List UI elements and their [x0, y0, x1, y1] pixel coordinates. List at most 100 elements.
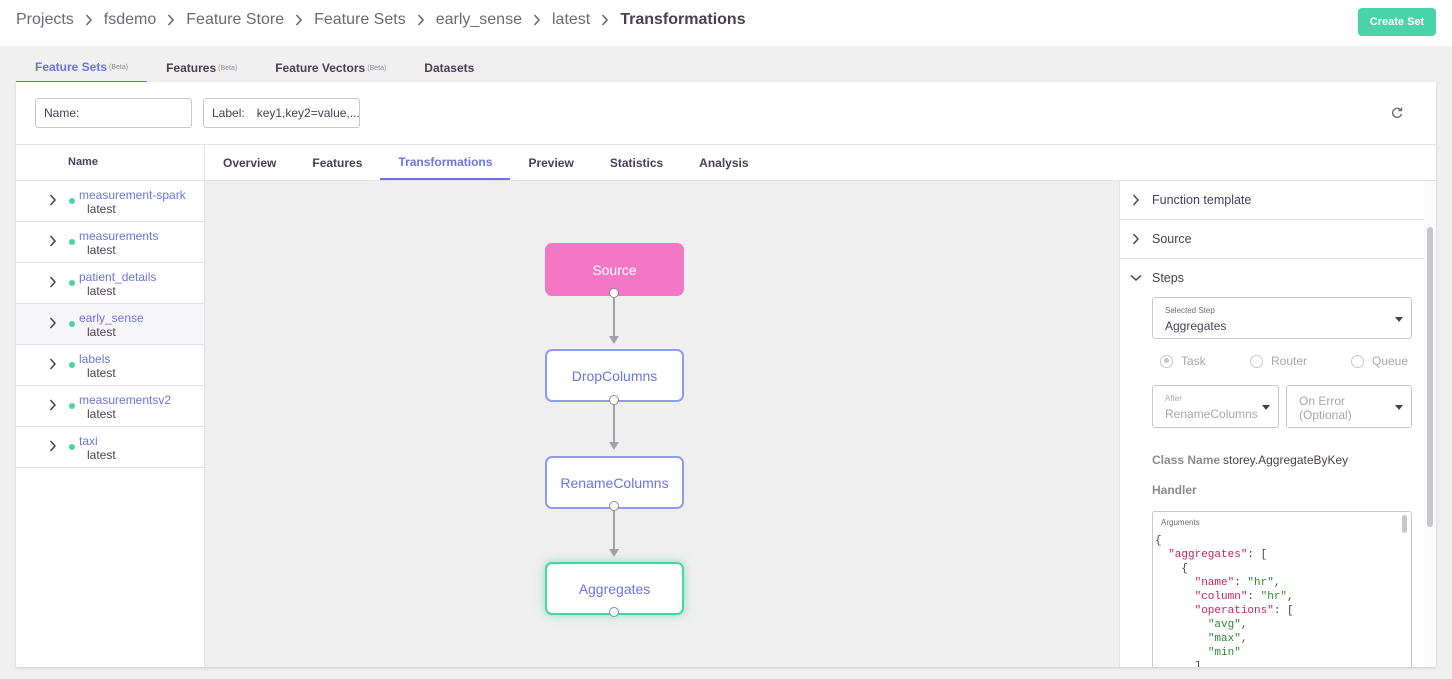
feature-set-name[interactable]: measurementsv2	[79, 393, 171, 407]
chevron-right-icon[interactable]	[49, 235, 57, 247]
label-filter-input[interactable]: Label: key1,key2=value,...	[203, 98, 360, 128]
beta-badge: (Beta)	[218, 65, 238, 72]
graph-edge	[613, 298, 615, 336]
refresh-icon[interactable]	[1390, 106, 1404, 120]
tab-feature-vectors[interactable]: Feature Vectors (Beta)	[256, 52, 405, 83]
feature-set-tag: latest	[87, 284, 116, 298]
breadcrumb-feature-sets[interactable]: Feature Sets	[314, 11, 406, 29]
radio-label: Router	[1271, 354, 1308, 368]
feature-set-name[interactable]: taxi	[79, 434, 98, 448]
panel-scrollbar[interactable]	[1424, 181, 1436, 667]
chevron-right-icon[interactable]	[49, 358, 57, 370]
table-row[interactable]: measurement-spark latest	[16, 181, 204, 222]
page-header: Projects fsdemo Feature Store Feature Se…	[0, 0, 1452, 46]
breadcrumb-projects[interactable]: Projects	[16, 11, 74, 29]
chevron-right-icon	[1132, 194, 1140, 206]
feature-set-name[interactable]: early_sense	[79, 311, 144, 325]
column-name-header: Name	[68, 156, 98, 168]
tab-label: Feature Sets	[35, 59, 108, 74]
chevron-right-icon	[417, 14, 425, 26]
chevron-right-icon[interactable]	[49, 276, 57, 288]
node-output-port	[609, 607, 619, 617]
selected-step-select[interactable]: Selected Step Aggregates	[1152, 297, 1412, 339]
arguments-editor[interactable]: Arguments { "aggregates": [ { "name": "h…	[1152, 511, 1412, 667]
caret-down-icon	[1395, 405, 1403, 410]
accordion-function-template[interactable]: Function template	[1120, 181, 1424, 220]
chevron-down-icon	[1130, 274, 1142, 282]
select-value: Aggregates	[1165, 319, 1227, 333]
breadcrumb-feature-set-name[interactable]: early_sense	[436, 11, 522, 29]
node-output-port	[609, 395, 619, 405]
radio-circle	[1160, 354, 1173, 368]
tab-overview[interactable]: Overview	[205, 145, 294, 180]
feature-set-tag: latest	[87, 448, 116, 462]
tab-preview[interactable]: Preview	[510, 145, 591, 180]
class-name-value: storey.AggregateByKey	[1223, 453, 1349, 467]
feature-set-tag: latest	[87, 407, 116, 421]
tab-analysis[interactable]: Analysis	[681, 145, 766, 180]
tab-label: Features	[166, 60, 217, 75]
tab-features[interactable]: Features (Beta)	[147, 52, 256, 83]
status-dot	[69, 198, 75, 204]
radio-label: Queue	[1372, 354, 1409, 368]
table-row[interactable]: measurements latest	[16, 222, 204, 263]
chevron-right-icon	[601, 14, 609, 26]
feature-set-tag: latest	[87, 325, 116, 339]
beta-badge: (Beta)	[109, 64, 129, 71]
breadcrumb-project[interactable]: fsdemo	[104, 11, 156, 29]
feature-set-tag: latest	[87, 366, 116, 380]
feature-set-name[interactable]: patient_details	[79, 270, 156, 284]
feature-set-name[interactable]: measurement-spark	[79, 188, 186, 202]
radio-label: Task	[1181, 354, 1206, 368]
name-filter-input[interactable]: Name:	[35, 98, 192, 128]
transformation-graph: Source DropColumns RenameColumns Aggrega…	[205, 181, 1119, 667]
accordion-label: Steps	[1152, 271, 1184, 285]
label-filter-placeholder: key1,key2=value,...	[256, 106, 360, 120]
feature-set-name[interactable]: measurements	[79, 229, 158, 243]
accordion-source[interactable]: Source	[1120, 220, 1424, 259]
on-error-select[interactable]: On Error (Optional)	[1286, 385, 1412, 428]
after-select[interactable]: After RenameColumns	[1152, 385, 1279, 428]
chevron-right-icon	[295, 14, 303, 26]
chevron-right-icon[interactable]	[49, 194, 57, 206]
radio-task[interactable]: Task	[1160, 354, 1206, 368]
table-row-selected[interactable]: early_sense latest	[16, 304, 204, 345]
tab-feature-sets[interactable]: Feature Sets (Beta)	[16, 52, 148, 83]
feature-set-tag: latest	[87, 243, 116, 257]
select-value: RenameColumns	[1165, 407, 1258, 421]
arguments-json: { "aggregates": [ { "name": "hr", "colum…	[1155, 535, 1294, 667]
accordion-label: Source	[1152, 232, 1192, 246]
accordion-steps[interactable]: Steps	[1120, 259, 1424, 298]
tab-label: Feature Vectors	[275, 60, 366, 75]
chevron-right-icon[interactable]	[49, 317, 57, 329]
feature-set-name[interactable]: labels	[79, 352, 110, 366]
content-card: Name: Label: key1,key2=value,... Name me…	[16, 82, 1436, 667]
arrow-down-icon	[609, 336, 619, 344]
table-row[interactable]: measurementsv2 latest	[16, 386, 204, 427]
tab-transformations[interactable]: Transformations	[380, 145, 511, 180]
arguments-label: Arguments	[1161, 518, 1200, 527]
name-filter-label: Name:	[44, 106, 80, 120]
create-set-button[interactable]: Create Set	[1358, 8, 1436, 36]
breadcrumb-tag[interactable]: latest	[552, 11, 590, 29]
table-row[interactable]: patient_details latest	[16, 263, 204, 304]
table-row[interactable]: labels latest	[16, 345, 204, 386]
radio-circle	[1351, 354, 1364, 368]
graph-edge	[613, 511, 615, 549]
table-row[interactable]: taxi latest	[16, 427, 204, 468]
chevron-right-icon[interactable]	[49, 399, 57, 411]
scrollbar-thumb[interactable]	[1427, 227, 1433, 527]
status-dot	[69, 239, 75, 245]
scrollbar[interactable]	[1402, 515, 1407, 533]
chevron-right-icon[interactable]	[49, 440, 57, 452]
tab-datasets[interactable]: Datasets	[405, 52, 493, 83]
arrow-down-icon	[609, 442, 619, 450]
radio-router[interactable]: Router	[1250, 354, 1307, 368]
caret-down-icon	[1262, 405, 1270, 410]
radio-queue[interactable]: Queue	[1351, 354, 1408, 368]
breadcrumb-feature-store[interactable]: Feature Store	[186, 11, 284, 29]
tab-statistics[interactable]: Statistics	[592, 145, 681, 180]
arrow-down-icon	[609, 549, 619, 557]
tab-features[interactable]: Features	[294, 145, 380, 180]
chevron-right-icon	[167, 14, 175, 26]
